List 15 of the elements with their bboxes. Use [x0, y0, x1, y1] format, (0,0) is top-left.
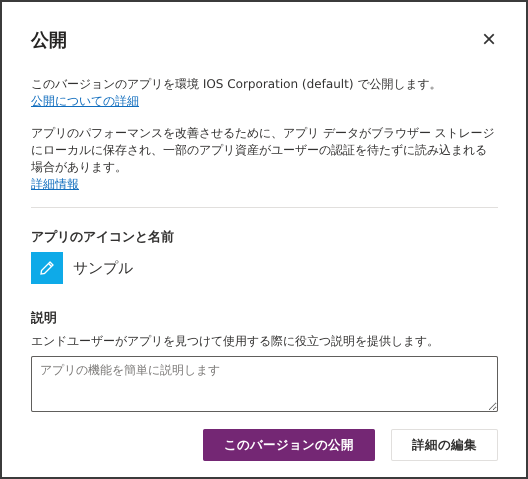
app-icon[interactable]	[31, 252, 63, 284]
more-info-link[interactable]: 詳細情報	[31, 176, 79, 194]
section-heading: 説明	[31, 310, 58, 327]
description-help-text: エンドユーザーがアプリを見つけて使用する際に役立つ説明を提供します。	[31, 332, 440, 350]
pencil-icon	[39, 260, 55, 276]
publish-details-link[interactable]: 公開についての詳細	[31, 93, 139, 110]
intro-text: このバージョンのアプリを環境 IOS Corporation (default) で公開します。	[31, 76, 442, 93]
edit-details-button[interactable]: 詳細の編集	[391, 429, 498, 461]
dialog-title: 公開	[31, 29, 67, 52]
publish-button[interactable]: このバージョンの公開	[203, 429, 375, 461]
app-name: サンプル	[73, 258, 133, 278]
close-button[interactable]: ×	[480, 30, 498, 50]
section-heading: アプリのアイコンと名前	[31, 228, 175, 246]
description-field[interactable]: アプリの機能を簡単に説明します	[31, 356, 498, 412]
cache-note-text: アプリのパフォーマンスを改善させるために、アプリ データがブラウザー ストレージにローカルに保存され、一部のアプリ資産がユーザーの認証を待たずに読み込まれる場合があります。	[31, 125, 496, 176]
